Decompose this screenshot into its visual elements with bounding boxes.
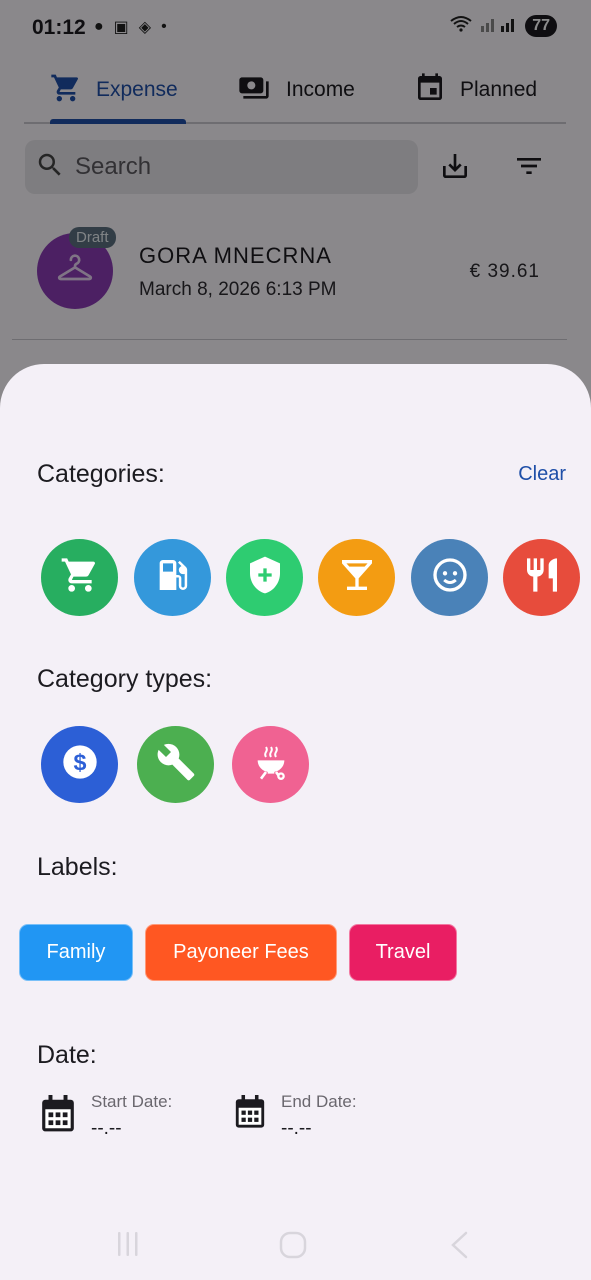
category-fuel[interactable] — [134, 539, 211, 616]
category-restaurant[interactable] — [503, 539, 580, 616]
label-chip-payoneer-fees[interactable]: Payoneer Fees — [145, 924, 337, 981]
filter-bottom-sheet: Categories: Clear Category types: $ Labe… — [0, 364, 591, 1280]
category-health[interactable] — [226, 539, 303, 616]
calendar-icon — [39, 1092, 77, 1141]
category-kids[interactable] — [411, 539, 488, 616]
category-type-leisure[interactable] — [232, 726, 309, 803]
category-drinks[interactable] — [318, 539, 395, 616]
category-types-title: Category types: — [37, 665, 213, 693]
system-nav-bar — [0, 1210, 591, 1280]
restaurant-icon — [522, 555, 562, 600]
cocktail-icon — [337, 555, 377, 600]
back-button[interactable] — [446, 1230, 474, 1265]
clear-button[interactable]: Clear — [518, 463, 566, 486]
start-date-value: --.-- — [91, 1118, 122, 1139]
end-date-label: End Date: — [281, 1092, 357, 1111]
fuel-icon — [153, 555, 193, 600]
category-grocery[interactable] — [41, 539, 118, 616]
health-shield-icon — [245, 555, 285, 600]
labels-title: Labels: — [37, 853, 118, 881]
wrench-icon — [156, 742, 196, 787]
category-type-maintenance[interactable] — [137, 726, 214, 803]
label-chip-travel[interactable]: Travel — [349, 924, 457, 981]
home-button[interactable] — [278, 1230, 308, 1265]
svg-text:$: $ — [73, 749, 86, 775]
baby-face-icon — [430, 555, 470, 600]
dollar-icon: $ — [60, 742, 100, 787]
grill-icon — [251, 742, 291, 787]
start-date-label: Start Date: — [91, 1092, 173, 1111]
start-date-field[interactable]: Start Date: --.-- — [39, 1092, 172, 1141]
category-type-income[interactable]: $ — [41, 726, 118, 803]
cart-icon — [60, 555, 100, 600]
date-title: Date: — [37, 1041, 97, 1069]
label-chip-family[interactable]: Family — [19, 924, 133, 981]
recent-apps-button[interactable] — [114, 1230, 142, 1263]
categories-title: Categories: — [37, 460, 165, 488]
end-date-field[interactable]: End Date: --.-- — [233, 1092, 357, 1140]
calendar-icon — [233, 1092, 267, 1140]
end-date-value: --.-- — [281, 1118, 312, 1139]
